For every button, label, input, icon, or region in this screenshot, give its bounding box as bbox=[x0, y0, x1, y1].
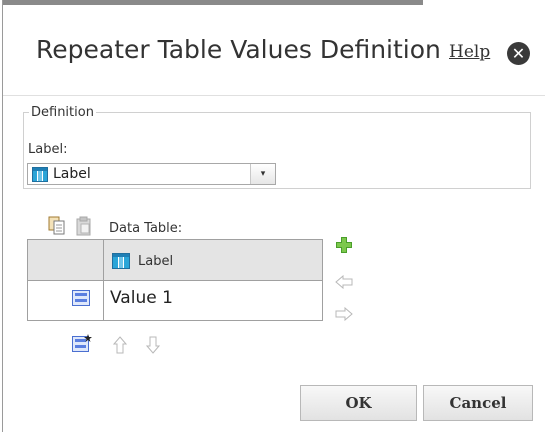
copy-icon[interactable] bbox=[48, 216, 66, 240]
chevron-down-icon[interactable]: ▾ bbox=[250, 164, 275, 184]
dialog-body: Definition Label: Label ▾ Data Table: La… bbox=[3, 96, 545, 432]
table-cell-value[interactable]: Value 1 bbox=[110, 288, 173, 308]
data-table-caption: Data Table: bbox=[109, 221, 183, 236]
repeater-table-dialog: Repeater Table Values Definition Help ✕ … bbox=[2, 0, 545, 432]
definition-legend: Definition bbox=[31, 105, 94, 120]
dialog-title: Repeater Table Values Definition bbox=[36, 35, 441, 64]
table-column-icon bbox=[112, 253, 130, 273]
row-handle-icon[interactable] bbox=[72, 290, 90, 310]
grid-divider bbox=[103, 240, 104, 320]
data-table-grid: Label Value 1 bbox=[27, 239, 323, 321]
table-column-icon bbox=[32, 167, 48, 186]
close-icon[interactable]: ✕ bbox=[507, 42, 530, 65]
move-right-icon[interactable] bbox=[335, 306, 353, 325]
help-link[interactable]: Help bbox=[449, 42, 490, 62]
column-header-label[interactable]: Label bbox=[138, 254, 173, 269]
table-header-row bbox=[28, 240, 322, 281]
dialog-header: Repeater Table Values Definition Help ✕ bbox=[3, 5, 545, 96]
move-down-icon[interactable] bbox=[145, 336, 161, 358]
label-caption: Label: bbox=[28, 142, 68, 157]
add-row-icon[interactable] bbox=[72, 334, 92, 356]
move-up-icon[interactable] bbox=[112, 336, 128, 358]
add-column-icon[interactable] bbox=[335, 236, 353, 258]
definition-group: Definition Label: Label ▾ bbox=[23, 105, 531, 189]
cancel-button[interactable]: Cancel bbox=[423, 385, 533, 421]
label-select-value: Label bbox=[53, 166, 91, 182]
paste-icon[interactable] bbox=[75, 216, 93, 240]
move-left-icon[interactable] bbox=[335, 274, 353, 293]
ok-button[interactable]: OK bbox=[300, 385, 417, 421]
label-select[interactable]: Label ▾ bbox=[27, 163, 276, 185]
